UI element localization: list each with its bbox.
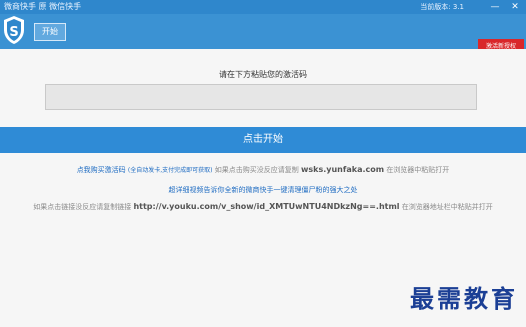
open-suffix: 在浏览器中粘贴打开 xyxy=(386,166,450,174)
app-window: 微商快手 原 微信快手 当前版本: 3.1 — ✕ S 开始 激活新授权 请在下… xyxy=(0,0,526,327)
video-line: 如果点击链接没反应请复制链接 http://v.youku.com/v_show… xyxy=(0,202,526,212)
video-url: http://v.youku.com/v_show/id_XMTUwNTU4ND… xyxy=(133,202,400,211)
version-label: 当前版本: 3.1 xyxy=(420,3,464,11)
app-title: 微商快手 原 微信快手 xyxy=(4,2,82,11)
toolbar: S 开始 激活新授权 xyxy=(0,14,526,54)
tutorial-link[interactable]: 超详细视频告诉你全新的微商快手一键清理僵尸粉的强大之处 xyxy=(169,186,358,194)
tutorial-line: 超详细视频告诉你全新的微商快手一键清理僵尸粉的强大之处 xyxy=(0,185,526,195)
start-tab-button[interactable]: 开始 xyxy=(34,23,66,41)
buy-hint: (全自动发卡,支付完成即可获取) xyxy=(127,167,213,174)
video-prefix: 如果点击链接没反应请复制链接 xyxy=(33,203,132,211)
minimize-icon[interactable]: — xyxy=(490,1,500,13)
purchase-info-line: 点我购买激活码 (全自动发卡,支付完成即可获取) 如果点击购买没反应请复制 ws… xyxy=(0,165,526,175)
site-address: wsks.yunfaka.com xyxy=(300,165,385,174)
shield-logo-icon: S xyxy=(4,16,24,44)
close-icon[interactable]: ✕ xyxy=(510,1,520,13)
paste-code-label: 请在下方粘贴您的激活码 xyxy=(219,70,307,79)
logo-letter: S xyxy=(9,25,18,40)
main-panel: 请在下方粘贴您的激活码 点击开始 点我购买激活码 (全自动发卡,支付完成即可获取… xyxy=(0,49,526,327)
start-button[interactable]: 点击开始 xyxy=(0,127,526,153)
activation-code-input[interactable] xyxy=(45,84,477,110)
video-suffix: 在浏览器地址栏中粘贴并打开 xyxy=(401,203,493,211)
watermark-text: 最需教育 xyxy=(410,284,518,313)
open-instruction: 如果点击购买没反应请复制 xyxy=(214,166,299,174)
buy-code-link[interactable]: 点我购买激活码 xyxy=(77,166,126,174)
title-bar: 微商快手 原 微信快手 当前版本: 3.1 — ✕ xyxy=(0,0,526,14)
